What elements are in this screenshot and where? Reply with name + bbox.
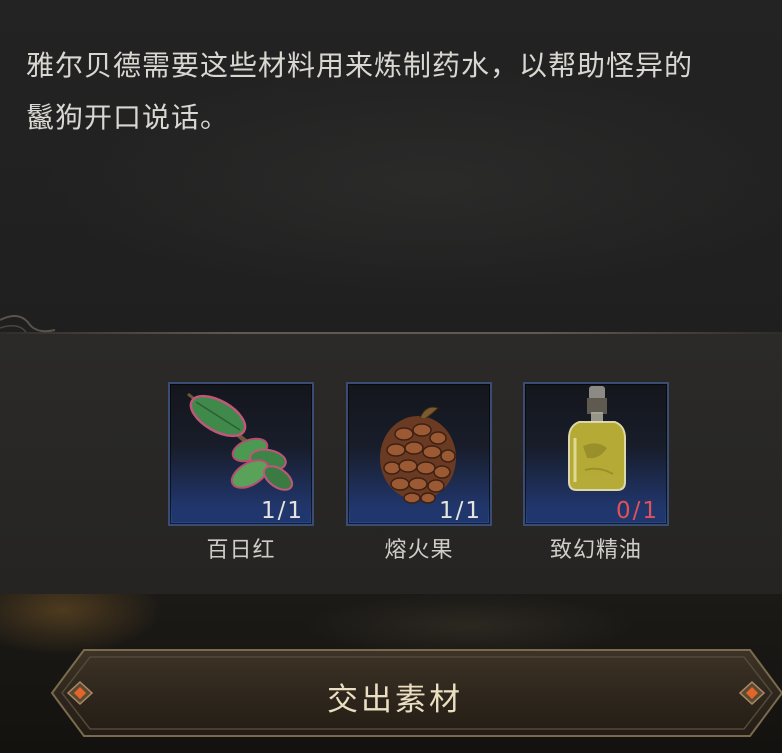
count-need: 1 xyxy=(465,498,482,524)
submit-materials-button[interactable]: 交出素材 xyxy=(50,648,782,738)
dialog-text: 雅尔贝德需要这些材料用来炼制药水，以帮助怪异的 鬣狗开口说话。 xyxy=(26,40,782,144)
material-count: 1/1 xyxy=(438,498,482,524)
material-name: 致幻精油 xyxy=(549,538,642,563)
count-have: 0 xyxy=(615,498,633,524)
count-have: 1 xyxy=(438,498,456,524)
material-count: 0/1 xyxy=(615,498,659,524)
material-slot-ronghuoguo[interactable]: 1/1 熔火果 xyxy=(346,382,492,563)
count-have: 1 xyxy=(260,498,278,524)
dialog-line: 雅尔贝德需要这些材料用来炼制药水，以帮助怪异的 xyxy=(26,49,694,82)
material-name: 熔火果 xyxy=(384,538,454,563)
dialog-panel: 雅尔贝德需要这些材料用来炼制药水，以帮助怪异的 鬣狗开口说话。 xyxy=(0,0,782,333)
material-name: 百日红 xyxy=(206,538,276,563)
material-slot-zhihuanjingyou[interactable]: 0/1 致幻精油 xyxy=(523,382,669,563)
count-need: 1 xyxy=(287,498,304,524)
material-count: 1/1 xyxy=(260,498,304,524)
materials-panel: 1/1 百日红 1/1 熔火果 0/1 致幻精油 xyxy=(0,334,782,594)
material-slot-baririhong[interactable]: 1/1 百日红 xyxy=(168,382,314,563)
dialog-line: 鬣狗开口说话。 xyxy=(26,101,230,134)
count-need: 1 xyxy=(642,498,659,524)
submit-button-label: 交出素材 xyxy=(327,682,463,718)
